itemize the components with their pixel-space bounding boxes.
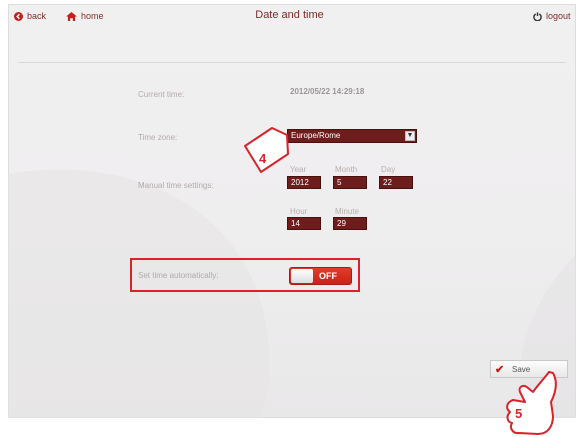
current-time-value: 2012/05/22 14:29:18 — [290, 87, 365, 96]
month-label: Month — [335, 165, 358, 174]
logout-button[interactable]: logout — [533, 11, 571, 21]
header-divider — [18, 62, 566, 63]
manual-time-label: Manual time settings: — [138, 181, 214, 190]
save-button[interactable]: ✔ Save — [490, 360, 568, 378]
auto-time-label: Set time automatically: — [138, 271, 219, 280]
chevron-down-icon: ▼ — [405, 131, 415, 141]
toggle-state-text: OFF — [319, 271, 337, 281]
day-label: Day — [381, 165, 396, 174]
time-zone-select[interactable]: Europe/Rome ▼ — [287, 129, 417, 143]
time-zone-label: Time zone: — [138, 133, 178, 142]
top-bar: back home Date and time logout — [0, 0, 579, 30]
hour-label: Hour — [290, 207, 308, 216]
logout-label: logout — [546, 11, 571, 21]
year-label: Year — [290, 165, 307, 174]
power-icon — [533, 11, 542, 21]
month-field[interactable]: 5 — [333, 176, 367, 189]
hour-field[interactable]: 14 — [287, 217, 321, 230]
auto-time-toggle[interactable]: OFF — [289, 267, 352, 285]
time-zone-value: Europe/Rome — [291, 131, 341, 140]
minute-label: Minute — [335, 207, 360, 216]
minute-field[interactable]: 29 — [333, 217, 367, 230]
save-label: Save — [512, 365, 531, 374]
day-field[interactable]: 22 — [379, 176, 413, 189]
page-title: Date and time — [255, 9, 324, 21]
year-field[interactable]: 2012 — [287, 176, 321, 189]
toggle-knob — [291, 269, 313, 283]
check-icon: ✔ — [495, 364, 505, 376]
current-time-label: Current time: — [138, 90, 185, 99]
